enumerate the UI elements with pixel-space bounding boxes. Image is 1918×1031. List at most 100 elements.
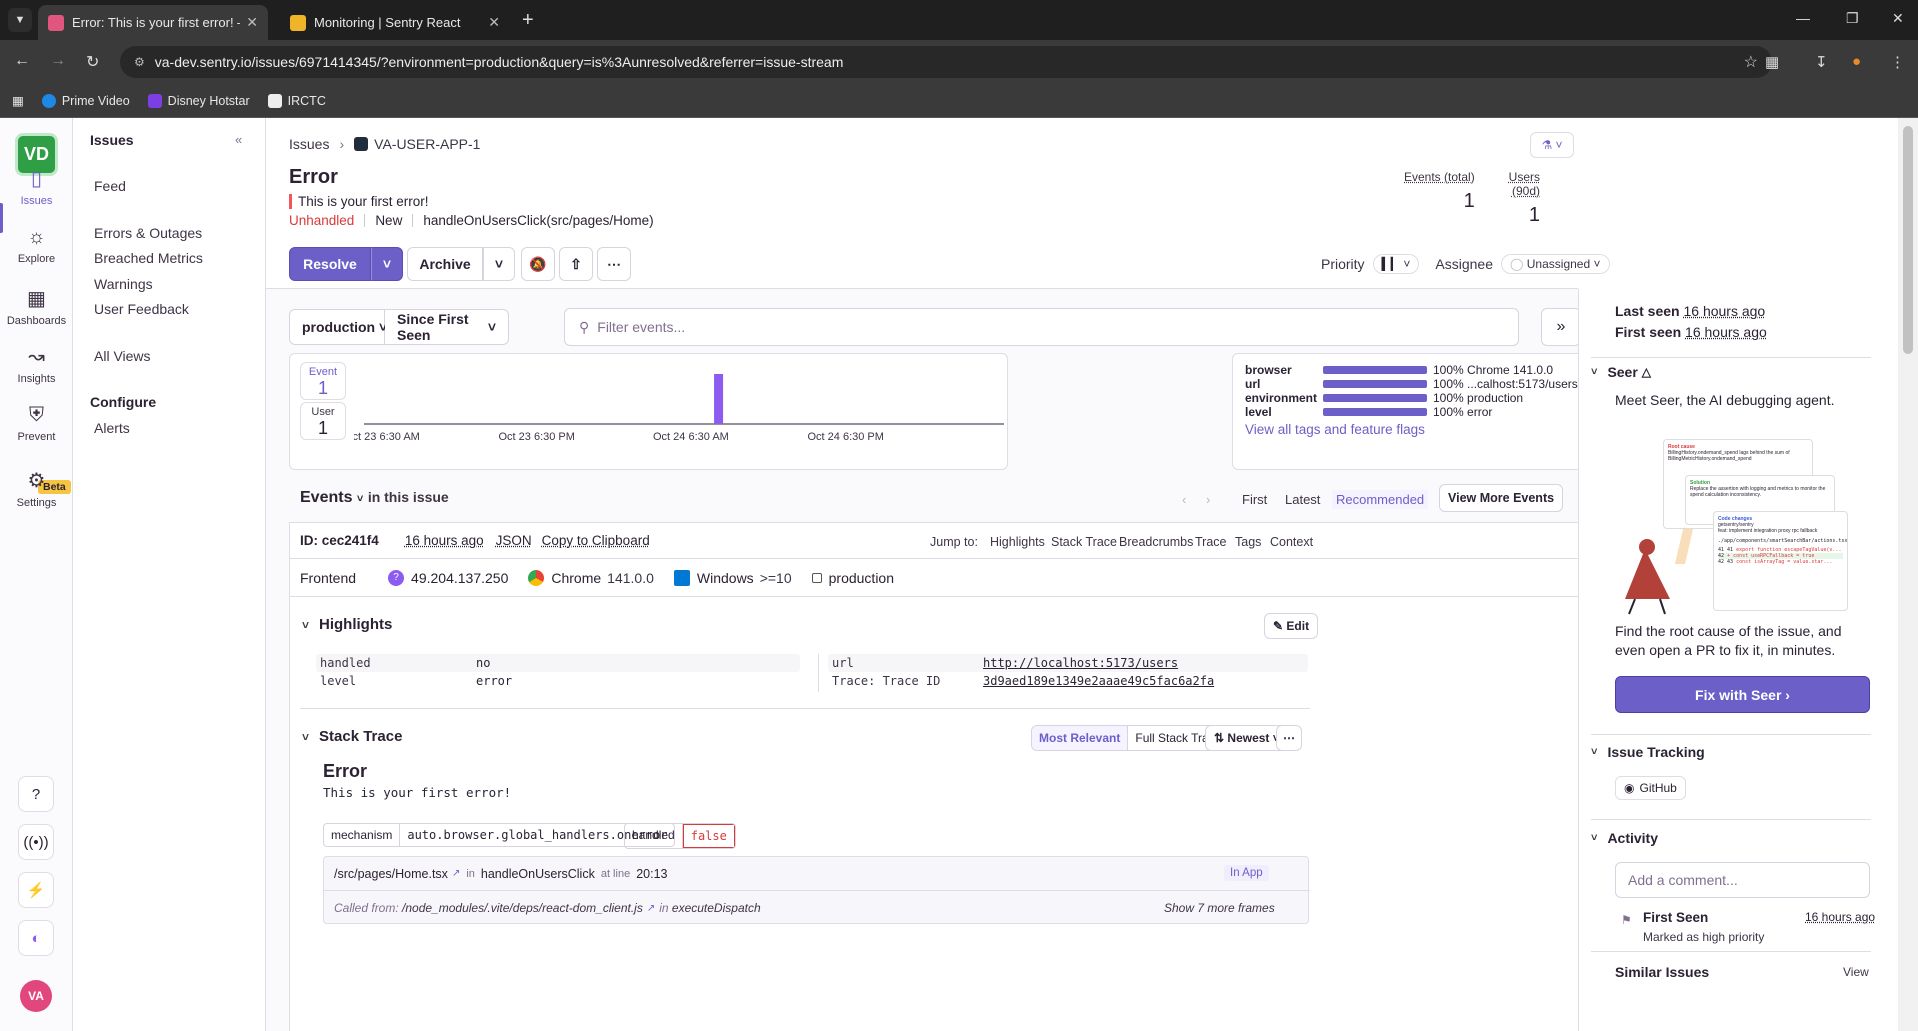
reload-icon[interactable]: ↻ xyxy=(86,52,99,72)
collapse-sidebar-icon[interactable]: « xyxy=(235,132,242,147)
event-bar[interactable] xyxy=(714,374,724,424)
feedback-dropdown-button[interactable]: ⚗ ˅ xyxy=(1530,132,1574,158)
frame-header[interactable]: /src/pages/Home.tsx ↗ in handleOnUsersCl… xyxy=(324,857,1310,891)
context-os[interactable]: Windows >=10 xyxy=(673,569,792,586)
restore-icon[interactable]: ❐ xyxy=(1846,10,1859,27)
events-title[interactable]: Events ˅ in this issue xyxy=(300,489,449,507)
nav-dashboards[interactable]: ▦ Dashboards xyxy=(0,286,73,327)
view-more-events-button[interactable]: View More Events xyxy=(1439,484,1564,512)
time-range-filter[interactable]: Since First Seen ˅ xyxy=(385,309,509,345)
event-time[interactable]: 16 hours ago xyxy=(405,533,484,548)
environment-filter[interactable]: production ˅ xyxy=(289,309,387,345)
edit-highlights-button[interactable]: ✎ Edit xyxy=(1264,613,1319,639)
onboarding-button[interactable]: ◐ xyxy=(18,920,54,956)
download-icon[interactable]: ↧ xyxy=(1815,53,1828,71)
subnav-item-alerts[interactable]: Alerts xyxy=(94,420,130,436)
scrollbar-thumb[interactable] xyxy=(1903,126,1913,354)
event-count-box[interactable]: Event 1 xyxy=(300,362,346,400)
most-relevant-button[interactable]: Most Relevant xyxy=(1032,726,1128,750)
event-search-input[interactable]: ⚲ Filter events... xyxy=(564,308,1519,346)
tag-row-environment[interactable]: environment 100% production xyxy=(1245,391,1523,405)
context-environment[interactable]: production xyxy=(811,570,894,586)
open-link-icon[interactable]: ↗ xyxy=(647,903,655,914)
subnav-item-user-feedback[interactable]: User Feedback xyxy=(94,301,189,317)
whats-new-button[interactable]: ⚡ xyxy=(18,872,54,908)
user-count-box[interactable]: User 1 xyxy=(300,402,346,440)
back-icon[interactable]: ← xyxy=(14,52,30,70)
resolve-dropdown-button[interactable]: ˅ xyxy=(371,247,403,281)
fix-with-seer-button[interactable]: Fix with Seer › xyxy=(1615,676,1870,713)
seer-section-toggle[interactable]: ˅ Seer △ xyxy=(1591,364,1651,380)
extensions-icon[interactable]: ▦ xyxy=(1765,53,1779,71)
minimize-icon[interactable]: — xyxy=(1796,10,1810,26)
close-window-icon[interactable]: ✕ xyxy=(1892,10,1904,27)
expand-sidebar-button[interactable]: » xyxy=(1541,308,1581,346)
stack-trace-section-toggle[interactable]: ˅ Stack Trace xyxy=(302,728,402,745)
nav-explore[interactable]: ☼ Explore xyxy=(0,226,73,265)
page-scrollbar[interactable] xyxy=(1898,118,1918,1031)
subnav-item-errors-outages[interactable]: Errors & Outages xyxy=(94,225,202,241)
tag-row-browser[interactable]: browser 100% Chrome 141.0.0 xyxy=(1245,363,1553,377)
browser-tab[interactable]: Monitoring | Sentry React ✕ xyxy=(280,5,510,40)
new-tab-icon[interactable]: + xyxy=(522,9,534,32)
unsubscribe-button[interactable]: 🔕 xyxy=(521,247,555,281)
show-more-frames-button[interactable]: Show 7 more frames xyxy=(1164,901,1275,915)
user-avatar[interactable]: VA xyxy=(20,980,52,1012)
stack-frame[interactable]: /src/pages/Home.tsx ↗ in handleOnUsersCl… xyxy=(323,856,1310,925)
resolve-button[interactable]: Resolve xyxy=(289,247,371,281)
similar-issues-view-button[interactable]: View xyxy=(1843,965,1869,979)
subnav-item-breached-metrics[interactable]: Breached Metrics xyxy=(94,250,203,266)
nav-settings[interactable]: ⚙ Settings xyxy=(0,468,73,509)
last-seen-value[interactable]: 16 hours ago xyxy=(1683,303,1765,319)
help-button[interactable]: ? xyxy=(18,776,54,812)
previous-event-icon[interactable]: ‹ xyxy=(1182,492,1186,507)
issue-tracking-toggle[interactable]: ˅ Issue Tracking xyxy=(1591,744,1705,760)
site-info-icon[interactable]: ⚙ xyxy=(134,55,145,69)
close-tab-icon[interactable]: ✕ xyxy=(246,14,258,31)
bookmark-prime-video[interactable]: Prime Video xyxy=(41,93,130,108)
next-event-icon[interactable]: › xyxy=(1206,492,1210,507)
nav-issues[interactable]: ▯ Issues xyxy=(0,166,73,207)
comment-input[interactable]: Add a comment... xyxy=(1615,862,1870,898)
more-actions-button[interactable]: ⋯ xyxy=(597,247,631,281)
subnav-item-feed[interactable]: Feed xyxy=(94,178,126,194)
archive-button[interactable]: Archive xyxy=(407,247,483,281)
profile-icon[interactable]: ● xyxy=(1852,53,1861,70)
breadcrumb-project[interactable]: VA-USER-APP-1 xyxy=(374,136,480,152)
github-button[interactable]: ◉ GitHub xyxy=(1615,776,1686,800)
jump-tags[interactable]: Tags xyxy=(1235,535,1261,549)
menu-icon[interactable]: ⋮ xyxy=(1890,53,1905,71)
view-all-tags-link[interactable]: View all tags and feature flags xyxy=(1245,422,1425,437)
breadcrumb-issues[interactable]: Issues xyxy=(289,136,329,152)
nav-insights[interactable]: ↝ Insights xyxy=(0,344,73,385)
activity-toggle[interactable]: ˅ Activity xyxy=(1591,830,1658,846)
url-link[interactable]: http://localhost:5173/users xyxy=(983,656,1178,670)
context-browser[interactable]: Chrome 141.0.0 xyxy=(528,569,654,586)
latest-event-button[interactable]: Latest xyxy=(1285,492,1320,507)
called-from-row[interactable]: Called from: /node_modules/.vite/deps/re… xyxy=(324,891,1310,925)
subnav-item-all-views[interactable]: All Views xyxy=(94,348,151,364)
users-label[interactable]: Users (90d) xyxy=(1480,170,1540,198)
priority-dropdown[interactable]: ▍▎ ˅ xyxy=(1372,254,1420,274)
json-link[interactable]: JSON xyxy=(496,533,532,548)
browser-tab-active[interactable]: Error: This is your first error! — ✕ xyxy=(38,5,268,40)
activity-item-time[interactable]: 16 hours ago xyxy=(1805,910,1875,924)
nav-prevent[interactable]: ⛨ Prevent xyxy=(0,404,73,443)
jump-stack-trace[interactable]: Stack Trace xyxy=(1051,535,1117,549)
recommended-event-button[interactable]: Recommended xyxy=(1332,490,1429,509)
apps-grid-icon[interactable]: ▦ xyxy=(12,93,24,108)
url-input[interactable]: ⚙ va-dev.sentry.io/issues/6971414345/?en… xyxy=(120,46,1772,78)
jump-highlights[interactable]: Highlights xyxy=(990,535,1045,549)
jump-breadcrumbs[interactable]: Breadcrumbs xyxy=(1119,535,1193,549)
trace-id-link[interactable]: 3d9aed189e1349e2aaae49c5fac6a2fa xyxy=(983,674,1214,688)
open-link-icon[interactable]: ↗ xyxy=(452,868,460,879)
copy-to-clipboard-link[interactable]: Copy to Clipboard xyxy=(542,533,650,548)
jump-trace[interactable]: Trace xyxy=(1195,535,1227,549)
tab-search-button[interactable]: ▼ xyxy=(8,8,32,32)
assignee-dropdown[interactable]: ◯ Unassigned ˅ xyxy=(1500,254,1610,274)
highlights-section-toggle[interactable]: ˅ Highlights xyxy=(302,616,392,633)
bookmark-irctc[interactable]: IRCTC xyxy=(267,93,326,108)
jump-context[interactable]: Context xyxy=(1270,535,1313,549)
share-button[interactable]: ⇧ xyxy=(559,247,593,281)
first-event-button[interactable]: First xyxy=(1242,492,1267,507)
